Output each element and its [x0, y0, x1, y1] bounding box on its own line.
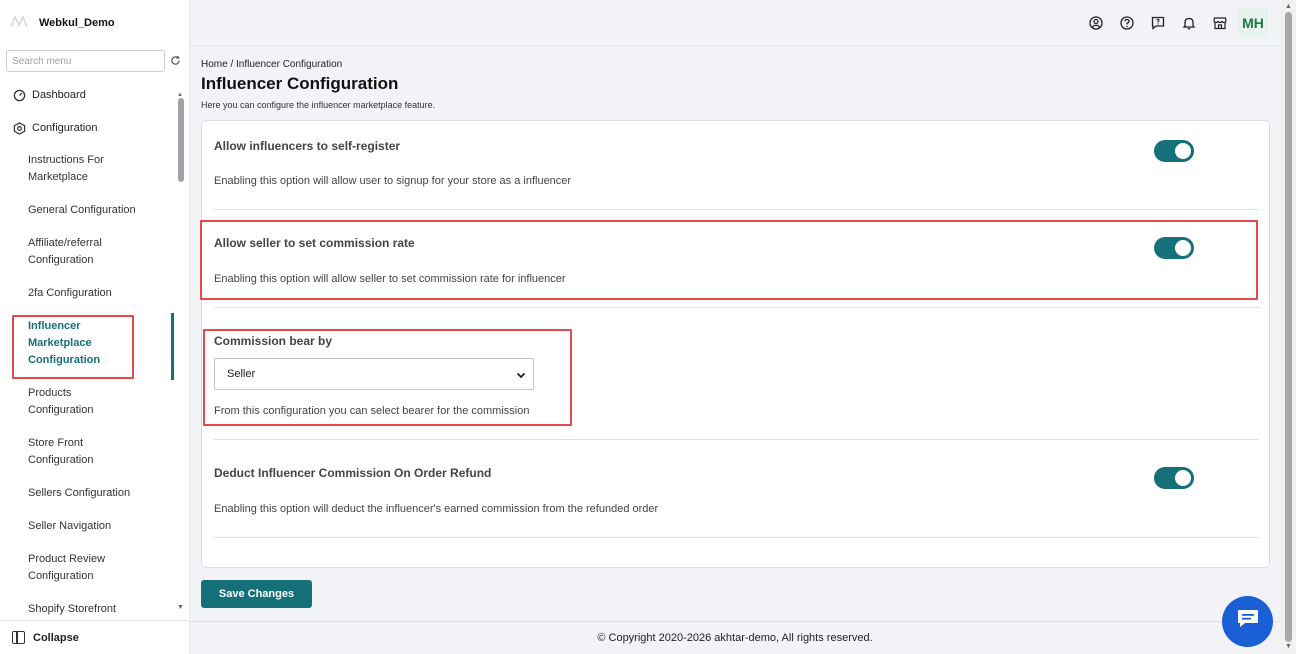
collapse-button[interactable]: Collapse — [0, 620, 190, 654]
page-scroll-thumb[interactable] — [1285, 12, 1292, 642]
highlight-box-sidebar — [12, 315, 134, 379]
active-indicator — [171, 313, 174, 380]
page-scrollbar[interactable]: ▲ ▼ — [1281, 0, 1296, 654]
settings-card: Allow influencers to self-register Enabl… — [200, 120, 1270, 568]
sidebar-item-general-configuration[interactable]: General Configuration — [28, 202, 174, 219]
sidebar-item-seller-navigation[interactable]: Seller Navigation — [28, 518, 174, 535]
sidebar-scroll-thumb[interactable] — [178, 98, 184, 182]
setting-deduct-commission: Deduct Influencer Commission On Order Re… — [214, 466, 1259, 480]
breadcrumb: Home / Influencer Configuration — [201, 59, 343, 70]
divider — [214, 209, 1259, 210]
setting-self-register: Allow influencers to self-register — [214, 139, 1259, 153]
scroll-down-icon[interactable]: ▼ — [177, 604, 184, 611]
sidebar-item-configuration[interactable]: Configuration — [0, 115, 174, 141]
bell-icon[interactable] — [1177, 11, 1201, 35]
chat-button[interactable] — [1222, 596, 1273, 647]
sidebar-item-label: Configuration — [32, 122, 98, 134]
brand-logo-icon — [10, 15, 30, 31]
sidebar-item-store-front[interactable]: Store Front Configuration — [28, 435, 174, 469]
sidebar-item-sellers-configuration[interactable]: Sellers Configuration — [28, 485, 174, 502]
topbar: MH — [190, 0, 1280, 46]
refresh-icon[interactable] — [170, 55, 182, 67]
setting-description: Enabling this option will allow user to … — [214, 175, 572, 187]
feedback-icon[interactable] — [1146, 11, 1170, 35]
search-wrap — [6, 50, 182, 72]
save-changes-button[interactable]: Save Changes — [201, 580, 312, 608]
setting-title: Allow influencers to self-register — [214, 139, 401, 153]
deduct-commission-toggle[interactable] — [1154, 467, 1194, 489]
sidebar: Webkul_Demo Dashboard Configuration Inst… — [0, 0, 190, 654]
dashboard-icon — [12, 88, 26, 102]
page-title: Influencer Configuration — [201, 74, 399, 93]
collapse-label: Collapse — [33, 631, 79, 644]
collapse-icon — [12, 631, 25, 644]
highlight-box-commission-bear — [203, 329, 572, 426]
topbar-icons: MH — [1077, 8, 1268, 38]
avatar[interactable]: MH — [1238, 8, 1268, 38]
store-icon[interactable] — [1208, 11, 1232, 35]
sidebar-scrollbar[interactable]: ▲ ▼ — [176, 92, 186, 616]
sidebar-item-2fa-configuration[interactable]: 2fa Configuration — [28, 285, 174, 302]
sidebar-item-instructions[interactable]: Instructions For Marketplace — [28, 152, 174, 186]
sidebar-item-products-configuration[interactable]: Products Configuration — [28, 385, 174, 419]
divider — [214, 537, 1259, 538]
self-register-toggle[interactable] — [1154, 140, 1194, 162]
brand[interactable]: Webkul_Demo — [10, 12, 115, 34]
sidebar-item-label: Dashboard — [32, 89, 86, 101]
brand-name: Webkul_Demo — [39, 17, 115, 29]
highlight-box-commission-rate — [200, 220, 1258, 300]
copyright-text: © Copyright 2020-2026 akhtar-demo, All r… — [597, 632, 873, 644]
sidebar-item-affiliate-referral[interactable]: Affiliate/referral Configuration — [28, 235, 174, 269]
setting-title: Deduct Influencer Commission On Order Re… — [214, 466, 492, 480]
sidebar-item-product-review[interactable]: Product Review Configuration — [28, 551, 174, 585]
page-subtitle: Here you can configure the influencer ma… — [201, 100, 436, 110]
help-icon[interactable] — [1115, 11, 1139, 35]
page-scroll-down-icon[interactable]: ▼ — [1285, 643, 1292, 650]
divider — [214, 439, 1259, 440]
page-scroll-up-icon[interactable]: ▲ — [1285, 3, 1292, 10]
sidebar-item-dashboard[interactable]: Dashboard — [0, 82, 174, 108]
footer: © Copyright 2020-2026 akhtar-demo, All r… — [190, 621, 1280, 654]
chat-icon — [1236, 608, 1260, 635]
search-menu-input[interactable] — [6, 50, 166, 72]
configuration-icon — [12, 121, 26, 135]
account-icon[interactable] — [1084, 11, 1108, 35]
sidebar-item-shopify-storefront[interactable]: Shopify Storefront — [28, 601, 174, 617]
setting-description: Enabling this option will deduct the inf… — [214, 503, 659, 515]
divider — [214, 307, 1259, 308]
